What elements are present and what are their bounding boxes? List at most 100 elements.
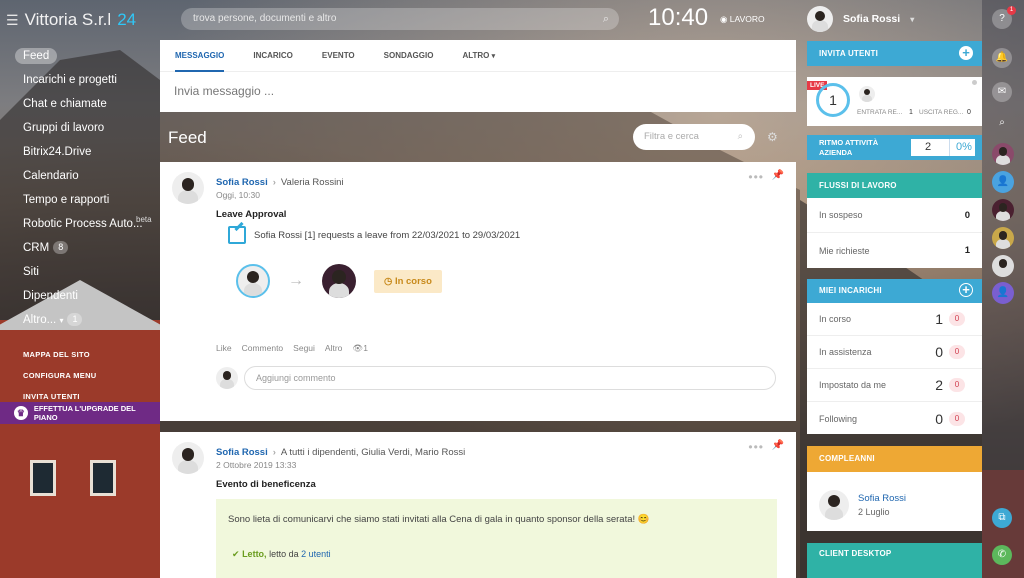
comment-input[interactable]: Aggiungi commento xyxy=(244,366,776,390)
check-in-label: ENTRATA RE... xyxy=(857,109,903,116)
menu-item-feed[interactable]: Feed xyxy=(0,44,160,68)
menu-item-calendar[interactable]: Calendario xyxy=(0,164,160,188)
work-status-icon: ◉ xyxy=(720,14,728,24)
global-search-input[interactable]: trova persone, documenti e altro ⌕ xyxy=(181,8,619,30)
contact-avatar[interactable] xyxy=(992,143,1014,165)
menu-burger-icon[interactable]: ☰ xyxy=(6,12,19,29)
screen-share-icon[interactable]: ⧉ xyxy=(992,508,1012,528)
user-icon[interactable]: 👤 xyxy=(992,282,1014,304)
user-avatar xyxy=(807,6,833,32)
recipient[interactable]: Valeria Rossini xyxy=(281,177,344,188)
workflow-row-pending[interactable]: In sospeso 0 xyxy=(807,198,982,233)
user-menu[interactable]: Sofia Rossi ▾ xyxy=(807,6,914,32)
sitemap-link[interactable]: MAPPA DEL SITO xyxy=(0,344,160,365)
menu-item-chat[interactable]: Chat e chiamate xyxy=(0,92,160,116)
task-row-assisting[interactable]: In assistenza 0 0 xyxy=(807,336,982,369)
filter-search-input[interactable]: Filtra e cerca ⌕ xyxy=(633,124,755,150)
task-row-in-progress[interactable]: In corso 1 0 xyxy=(807,303,982,336)
views-count: 1 xyxy=(363,343,368,353)
more-button[interactable]: Altro xyxy=(325,343,342,354)
contact-avatar[interactable] xyxy=(992,227,1014,249)
arrow-right-icon: → xyxy=(288,272,304,289)
author-avatar[interactable] xyxy=(172,442,204,474)
edit-document-icon xyxy=(228,226,246,244)
menu-item-sites[interactable]: Siti xyxy=(0,260,160,284)
tab-message[interactable]: MESSAGGIO xyxy=(175,40,225,72)
read-by-text: letto da xyxy=(269,549,299,559)
invite-users-panel[interactable]: INVITA UTENTI + xyxy=(807,41,982,66)
post-date[interactable]: 2 Ottobre 2019 13:33 xyxy=(216,460,296,470)
add-user-icon[interactable]: + xyxy=(959,46,973,60)
readers-link[interactable]: 2 utenti xyxy=(301,549,331,559)
user-name: Sofia Rossi xyxy=(843,13,901,25)
company-pulse-widget[interactable]: RITMO ATTIVITÀ AZIENDA 2 0% xyxy=(807,135,982,160)
tab-task[interactable]: INCARICO xyxy=(253,40,293,72)
recipients[interactable]: A tutti i dipendenti, Giulia Verdi, Mari… xyxy=(281,447,465,458)
menu-item-crm[interactable]: CRM 8 xyxy=(0,236,160,260)
menu-item-drive[interactable]: Bitrix24.Drive xyxy=(0,140,160,164)
pin-icon[interactable]: 📌 xyxy=(772,170,784,181)
menu-item-rpa[interactable]: Robotic Process Auto... beta xyxy=(0,212,160,236)
live-timeman-widget[interactable]: LIVE 1 ENTRATA RE... 1 USCITA REG... 0 xyxy=(807,77,982,126)
row-badge: 0 xyxy=(949,411,965,426)
main-menu: Feed Incarichi e progetti Chat e chiamat… xyxy=(0,44,160,407)
row-label: Impostato da me xyxy=(819,380,887,390)
row-count: 0 xyxy=(935,344,943,360)
bell-icon[interactable]: 🔔 xyxy=(992,48,1012,68)
client-desktop-panel[interactable]: CLIENT DESKTOP xyxy=(807,543,982,578)
tab-event[interactable]: EVENTO xyxy=(322,40,355,72)
eye-icon: 👁 xyxy=(352,343,364,353)
gear-icon[interactable]: ⚙ xyxy=(767,130,778,144)
menu-label: Robotic Process Auto... xyxy=(23,218,143,230)
more-icon[interactable]: ••• xyxy=(748,440,764,454)
work-status-button[interactable]: ◉ LAVORO xyxy=(720,14,765,25)
tab-more[interactable]: ALTRO ▾ xyxy=(462,40,495,72)
tab-poll[interactable]: SONDAGGIO xyxy=(384,40,434,72)
workflows-header: FLUSSI DI LAVORO xyxy=(807,173,982,198)
search-icon[interactable]: ⌕ xyxy=(738,124,743,150)
arrow-right-icon: › xyxy=(272,177,276,188)
workflow-row-my-requests[interactable]: Mie richieste 1 xyxy=(807,233,982,268)
menu-item-employees[interactable]: Dipendenti xyxy=(0,284,160,308)
clock: 10:40 xyxy=(648,4,709,31)
approver-avatar[interactable] xyxy=(322,264,356,298)
phone-icon[interactable]: ✆ xyxy=(992,545,1012,565)
post-date[interactable]: Oggi, 10:30 xyxy=(216,190,260,200)
chat-icon[interactable]: ✉ xyxy=(992,82,1012,102)
author-avatar[interactable] xyxy=(172,172,204,204)
follow-button[interactable]: Segui xyxy=(293,343,315,354)
add-task-icon[interactable]: + xyxy=(959,283,973,297)
post-header: Sofia Rossi › Valeria Rossini xyxy=(216,177,344,188)
help-icon[interactable]: ? xyxy=(992,6,1016,29)
menu-item-groups[interactable]: Gruppi di lavoro xyxy=(0,116,160,140)
author-link[interactable]: Sofia Rossi xyxy=(216,177,268,188)
logo[interactable]: ☰ Vittoria S.r.l 24 xyxy=(6,10,136,30)
composer-tabs: MESSAGGIO INCARICO EVENTO SONDAGGIO ALTR… xyxy=(160,40,796,72)
task-row-set-by-me[interactable]: Impostato da me 2 0 xyxy=(807,369,982,402)
menu-item-more[interactable]: Altro... ▾ 1 xyxy=(0,308,160,332)
birthday-name[interactable]: Sofia Rossi xyxy=(858,493,906,504)
row-count: 0 xyxy=(935,410,943,427)
author-link[interactable]: Sofia Rossi xyxy=(216,447,268,458)
check-icon: ✔ xyxy=(232,549,240,559)
configure-menu-link[interactable]: CONFIGURA MENU xyxy=(0,365,160,386)
birthday-avatar[interactable] xyxy=(819,490,849,520)
search-icon[interactable]: ⌕ xyxy=(603,8,609,30)
comment-button[interactable]: Commento xyxy=(242,343,284,354)
contact-avatar[interactable] xyxy=(992,255,1014,277)
page-title: Feed xyxy=(168,128,207,147)
message-input[interactable]: Invia messaggio ... xyxy=(160,72,796,110)
more-icon[interactable]: ••• xyxy=(748,170,764,184)
requester-avatar[interactable] xyxy=(236,264,270,298)
pin-icon[interactable]: 📌 xyxy=(772,440,784,451)
user-icon[interactable]: 👤 xyxy=(992,171,1014,193)
upgrade-plan-button[interactable]: ♛ EFFETTUA L'UPGRADE DEL PIANO xyxy=(0,402,160,424)
search-icon[interactable]: ⌕ xyxy=(992,113,1012,133)
approval-flow: → ◷ In corso xyxy=(236,264,442,298)
contact-avatar[interactable] xyxy=(992,199,1014,221)
menu-item-tasks[interactable]: Incarichi e progetti xyxy=(0,68,160,92)
task-row-following[interactable]: Following 0 0 xyxy=(807,402,982,435)
crm-counter-badge: 8 xyxy=(53,241,69,254)
row-label: In assistenza xyxy=(819,347,872,357)
like-button[interactable]: Like xyxy=(216,343,232,354)
